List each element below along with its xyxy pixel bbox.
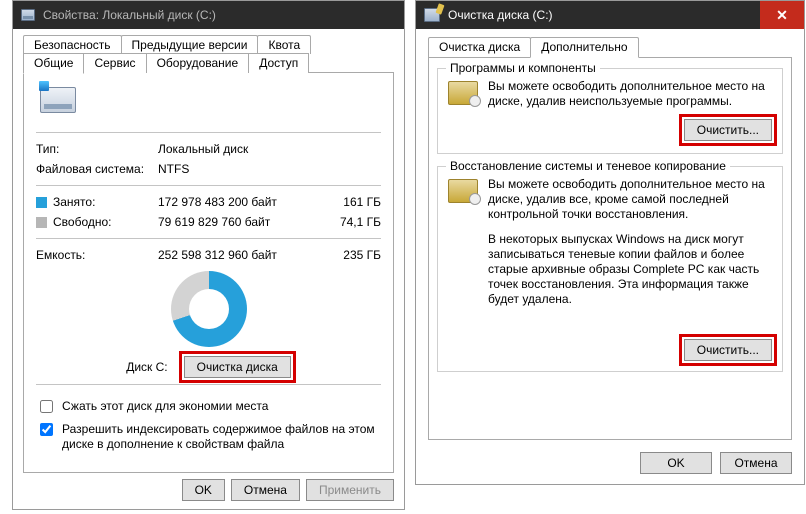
cleanup-cancel-button[interactable]: Отмена: [720, 452, 792, 474]
drive-icon-large: [40, 87, 76, 113]
chk-compress-row[interactable]: Сжать этот диск для экономии места: [36, 399, 381, 416]
usage-donut: [171, 271, 247, 347]
clean-programs-button[interactable]: Очистить...: [684, 119, 772, 141]
properties-window: Свойства: Локальный диск (C:) Безопаснос…: [12, 0, 405, 510]
chk-index-label: Разрешить индексировать содержимое файло…: [62, 422, 381, 452]
properties-buttons: OK Отмена Применить: [182, 479, 394, 501]
used-label: Занято:: [53, 195, 95, 209]
used-swatch-icon: [36, 197, 47, 208]
close-icon: ✕: [776, 7, 788, 24]
clean-restore-button[interactable]: Очистить...: [684, 339, 772, 361]
fs-value: NTFS: [158, 159, 381, 179]
tab-hardware[interactable]: Оборудование: [146, 53, 250, 73]
cleanup-buttons: OK Отмена: [640, 452, 792, 474]
cleanup-tabs: Очистка диска Дополнительно: [428, 37, 792, 58]
cleanup-body: Очистка диска Дополнительно Программы и …: [416, 29, 804, 440]
tab-access[interactable]: Доступ: [248, 53, 309, 73]
checkbox-group: Сжать этот диск для экономии места Разре…: [36, 399, 381, 452]
disk-cleanup-button[interactable]: Очистка диска: [184, 356, 291, 378]
row-fs: Файловая система: NTFS: [36, 159, 381, 179]
tab-general-content: Тип: Локальный диск Файловая система: NT…: [23, 73, 394, 473]
properties-titlebar[interactable]: Свойства: Локальный диск (C:): [13, 1, 404, 29]
properties-body: Безопасность Предыдущие версии Квота Общ…: [13, 29, 404, 483]
chk-compress[interactable]: [40, 400, 53, 413]
chk-compress-label: Сжать этот диск для экономии места: [62, 399, 268, 414]
capacity-bytes: 252 598 312 960 байт: [158, 245, 321, 265]
row-used: Занято: 172 978 483 200 байт 161 ГБ: [36, 192, 381, 212]
usage-donut-wrap: [36, 271, 381, 350]
cleanup-icon: [424, 8, 440, 22]
group-restore-text1: Вы можете освободить дополнительное мест…: [488, 177, 772, 222]
divider: [36, 238, 381, 239]
tab-general[interactable]: Общие: [23, 53, 84, 74]
used-bytes: 172 978 483 200 байт: [158, 192, 321, 212]
capacity-label: Емкость:: [36, 245, 158, 265]
tab-disk-cleanup[interactable]: Очистка диска: [428, 37, 531, 57]
cancel-button[interactable]: Отмена: [231, 479, 300, 501]
free-gb: 74,1 ГБ: [321, 212, 381, 232]
group-restore-text2: В некоторых выпусках Windows на диск мог…: [488, 232, 772, 307]
tab-security[interactable]: Безопасность: [23, 35, 122, 54]
apply-button[interactable]: Применить: [306, 479, 394, 501]
divider: [36, 185, 381, 186]
properties-tabs: Безопасность Предыдущие версии Квота Общ…: [23, 35, 394, 73]
row-capacity: Емкость: 252 598 312 960 байт 235 ГБ: [36, 245, 381, 265]
chk-index[interactable]: [40, 423, 53, 436]
free-swatch-icon: [36, 217, 47, 228]
chk-index-row[interactable]: Разрешить индексировать содержимое файло…: [36, 422, 381, 452]
group-programs: Программы и компоненты Вы можете освобод…: [437, 68, 783, 154]
tab-service[interactable]: Сервис: [83, 53, 146, 73]
ok-button[interactable]: OK: [182, 479, 225, 501]
cleanup-content: Программы и компоненты Вы можете освобод…: [428, 58, 792, 440]
group-programs-legend: Программы и компоненты: [446, 61, 600, 75]
used-gb: 161 ГБ: [321, 192, 381, 212]
group-restore: Восстановление системы и теневое копиров…: [437, 166, 783, 372]
divider: [36, 132, 381, 133]
fs-label: Файловая система:: [36, 159, 158, 179]
group-restore-legend: Восстановление системы и теневое копиров…: [446, 159, 730, 173]
tab-quota[interactable]: Квота: [257, 35, 311, 54]
properties-title: Свойства: Локальный диск (C:): [43, 8, 216, 22]
tab-prev-versions[interactable]: Предыдущие версии: [121, 35, 259, 54]
tab-additional[interactable]: Дополнительно: [530, 37, 638, 58]
type-label: Тип:: [36, 139, 158, 159]
disk-caption: Диск C:: [126, 360, 167, 374]
group-programs-text: Вы можете освободить дополнительное мест…: [488, 79, 772, 109]
free-bytes: 79 619 829 760 байт: [158, 212, 321, 232]
cleanup-window: Очистка диска (C:) ✕ Очистка диска Допол…: [415, 0, 805, 485]
row-free: Свободно: 79 619 829 760 байт 74,1 ГБ: [36, 212, 381, 232]
cleanup-titlebar[interactable]: Очистка диска (C:) ✕: [416, 1, 804, 29]
type-value: Локальный диск: [158, 139, 381, 159]
restore-icon: [448, 179, 478, 203]
drive-icon: [21, 9, 35, 21]
close-button[interactable]: ✕: [760, 1, 804, 29]
row-type: Тип: Локальный диск: [36, 139, 381, 159]
cleanup-title: Очистка диска (C:): [448, 8, 553, 22]
cleanup-ok-button[interactable]: OK: [640, 452, 712, 474]
programs-icon: [448, 81, 478, 105]
divider: [36, 384, 381, 385]
capacity-gb: 235 ГБ: [321, 245, 381, 265]
free-label: Свободно:: [53, 215, 112, 229]
